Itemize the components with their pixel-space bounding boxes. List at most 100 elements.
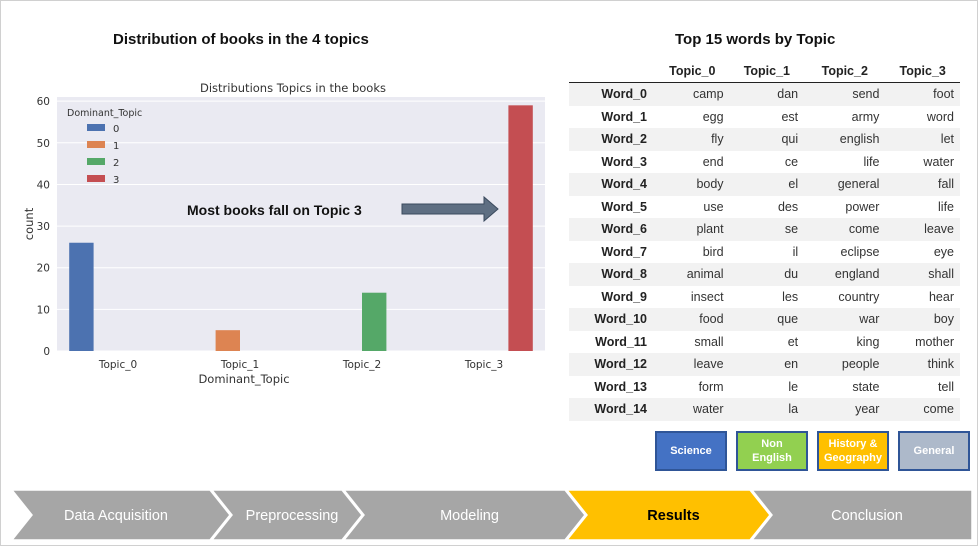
legend-swatch	[87, 141, 105, 148]
table-row: Word_6 plant se come leave	[569, 218, 960, 241]
word-cell: power	[845, 199, 880, 214]
word-cell: king	[856, 334, 880, 349]
word-cell: ce	[784, 154, 799, 169]
word-cell: end	[702, 154, 724, 169]
word-cell: use	[703, 199, 724, 214]
process-step-conclusion: Conclusion	[750, 489, 973, 541]
row-label: Word_13	[594, 379, 647, 394]
word-cell: general	[804, 173, 886, 196]
y-tick-label: 60	[37, 96, 50, 108]
word-cell: egg	[702, 109, 724, 124]
row-label: Word_5	[601, 199, 647, 214]
table-row: Word_11 small et king mother	[569, 331, 960, 354]
word-cell: food	[655, 308, 730, 331]
legend-entry: 1	[113, 141, 119, 152]
row-label: Word_4	[569, 173, 655, 196]
word-cell: come	[885, 398, 960, 421]
process-step-label: Results	[647, 508, 699, 524]
legend-entry: 0	[113, 124, 119, 135]
process-step-label: Preprocessing	[246, 508, 339, 524]
row-label: Word_3	[601, 154, 647, 169]
topic-label-line2: English	[752, 452, 792, 464]
y-tick-label: 50	[37, 138, 50, 150]
word-cell: tell	[938, 379, 954, 394]
word-cell: year	[804, 398, 886, 421]
word-cell: let	[885, 128, 960, 151]
chart-title: Distributions Topics in the books	[200, 81, 386, 95]
word-cell: eye	[933, 244, 954, 259]
word-cell: que	[729, 308, 805, 331]
y-tick-label: 0	[43, 346, 50, 358]
word-cell: est	[781, 109, 799, 124]
row-label: Word_7	[601, 244, 647, 259]
legend-title: Dominant_Topic	[67, 108, 142, 119]
word-cell: se	[729, 218, 805, 241]
table-row: Word_1 egg est army word	[569, 106, 960, 129]
legend-swatch	[87, 124, 105, 131]
table-heading: Top 15 words by Topic	[675, 31, 836, 48]
table-corner-cell	[569, 60, 655, 83]
y-tick-label: 40	[37, 179, 50, 191]
table-row: Word_10 food que war boy	[569, 308, 960, 331]
table-row: Word_0 camp dan send foot	[569, 82, 960, 106]
word-cell: foot	[885, 82, 960, 106]
table-row: Word_4 body el general fall	[569, 173, 960, 196]
x-tick-label: Topic_3	[464, 359, 503, 371]
word-cell: plant	[655, 218, 730, 241]
y-tick-label: 20	[37, 263, 50, 275]
word-cell: state	[852, 379, 880, 394]
word-cell: army	[851, 109, 880, 124]
topic-label-line1: Science	[670, 445, 712, 457]
word-cell: country	[838, 289, 880, 304]
x-tick-label: Topic_2	[342, 359, 381, 371]
word-cell: mother	[915, 334, 954, 349]
word-cell: qui	[729, 128, 805, 151]
topic-label-box: General	[898, 431, 970, 471]
topic-label-box: Non English	[736, 431, 808, 471]
table-row: Word_5 use des power life	[569, 196, 960, 219]
legend-swatch	[87, 175, 105, 182]
row-label: Word_2	[569, 128, 655, 151]
column-header: Topic_2	[804, 60, 886, 83]
bar-topic-3	[508, 105, 533, 351]
topic-distribution-chart: 0102030405060Topic_0 Topic_1 Topic_2 Topic_…	[22, 81, 545, 386]
topic-label-line2: Geography	[823, 452, 883, 464]
word-cell: send	[804, 82, 886, 106]
word-cell: boy	[885, 308, 960, 331]
x-axis-label: Dominant_Topic	[198, 372, 289, 386]
legend-entry: 3	[113, 175, 119, 186]
process-step-label: Conclusion	[831, 508, 903, 524]
word-cell: en	[729, 353, 805, 376]
row-label: Word_1	[601, 109, 647, 124]
word-cell: word	[926, 109, 954, 124]
word-cell: il	[792, 244, 799, 259]
process-step-results: Results	[565, 489, 771, 541]
word-cell: camp	[655, 82, 730, 106]
word-cell: hear	[928, 289, 954, 304]
word-cell: animal	[655, 263, 730, 286]
word-cell: fly	[655, 128, 730, 151]
word-cell: el	[729, 173, 805, 196]
table-row: Word_3 end ce life water	[569, 151, 960, 174]
process-step-data-acquisition: Data Acquisition	[10, 489, 231, 541]
bar-topic-0	[69, 242, 94, 351]
table-row: Word_9 insect les country hear	[569, 286, 960, 309]
topic-label-box: Science	[655, 431, 727, 471]
word-cell: bird	[702, 244, 724, 259]
topic-label-line1: History &	[828, 438, 878, 450]
table-header-row: Topic_0 Topic_1 Topic_2 Topic_3	[569, 60, 960, 83]
bar-topic-1	[215, 330, 240, 351]
word-cell: people	[804, 353, 886, 376]
word-cell: leave	[885, 218, 960, 241]
row-label: Word_8	[569, 263, 655, 286]
word-cell: england	[804, 263, 886, 286]
legend-entry: 2	[113, 158, 119, 169]
word-cell: small	[694, 334, 724, 349]
top-words-table: Topic_0 Topic_1 Topic_2 Topic_3 Word_0 ca…	[569, 60, 960, 421]
row-label: Word_9	[601, 289, 647, 304]
word-cell: life	[938, 199, 954, 214]
word-cell: shall	[885, 263, 960, 286]
y-tick-label: 10	[37, 304, 50, 316]
word-cell: english	[804, 128, 886, 151]
y-axis-label: count	[22, 207, 36, 240]
